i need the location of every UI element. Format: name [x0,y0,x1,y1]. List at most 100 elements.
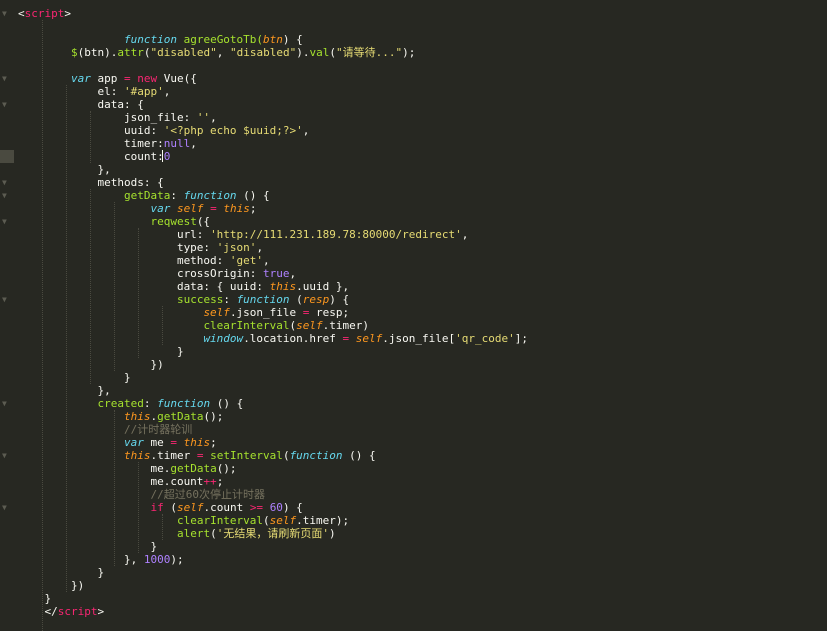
code-token: getData [170,462,217,475]
code-line[interactable]: el: '#app', [18,85,170,98]
code-line[interactable]: methods: { [18,176,163,189]
code-token: , [461,228,469,241]
code-line[interactable]: clearInterval(self.timer) [18,319,369,332]
code-token: btn [263,33,283,46]
code-token: //计时器轮训 [123,423,193,436]
code-token: >= [249,501,264,514]
indent-guide [162,306,163,345]
code-line[interactable]: } [18,592,51,605]
code-line[interactable]: type: 'json', [18,241,263,254]
code-token: script [57,605,98,618]
fold-arrow-icon[interactable]: ▼ [2,75,10,83]
code-line[interactable]: } [18,371,131,384]
code-token: json_file: [18,111,197,124]
code-line[interactable]: created: function () { [18,397,243,410]
code-token: this [123,410,151,423]
code-line[interactable]: clearInterval(self.timer); [18,514,349,527]
fold-arrow-icon[interactable]: ▼ [2,192,10,200]
code-line[interactable]: uuid: '<?php echo $uuid;?>', [18,124,309,137]
fold-arrow-icon[interactable]: ▼ [2,101,10,109]
code-line[interactable]: crossOrigin: true, [18,267,296,280]
code-token: me. [18,462,171,475]
code-token: , [210,111,217,124]
fold-arrow-icon[interactable]: ▼ [2,400,10,408]
code-line[interactable]: </script> [18,605,105,618]
fold-arrow-icon[interactable]: ▼ [2,452,10,460]
code-token: ++ [203,475,217,488]
code-line[interactable]: function agreeGotoTb(btn) { [18,33,303,46]
code-line[interactable]: var app = new Vue({ [18,72,197,85]
code-line[interactable]: me.count++; [18,475,223,488]
code-line[interactable]: }) [18,579,84,592]
code-line[interactable]: } [18,540,157,553]
code-line[interactable]: window.location.href = self.json_file['q… [18,332,528,345]
code-editor[interactable]: <script> function agreeGotoTb(btn) { $(b… [0,0,827,631]
code-line[interactable]: } [18,566,104,579]
code-line[interactable]: data: { uuid: this.uuid }, [18,280,349,293]
code-token: ( [329,46,336,59]
code-token: this [223,202,250,215]
fold-arrow-icon[interactable]: ▼ [2,296,10,304]
code-token: me [143,436,171,449]
code-line[interactable]: success: function (resp) { [18,293,349,306]
code-line[interactable]: var self = this; [18,202,256,215]
indent-guide [138,462,139,553]
code-line[interactable]: timer:null, [18,137,197,150]
code-line[interactable]: self.json_file = resp; [18,306,349,319]
code-line[interactable]: method: 'get', [18,254,270,267]
code-token: }) [18,579,85,592]
fold-gutter[interactable] [0,0,14,627]
code-line[interactable]: url: 'http://111.231.189.78:80000/redire… [18,228,468,241]
code-line[interactable]: data: { [18,98,144,111]
code-token: () { [210,397,244,410]
fold-arrow-icon[interactable]: ▼ [2,179,10,187]
fold-arrow-icon[interactable]: ▼ [2,10,10,18]
code-line[interactable]: json_file: '', [18,111,217,124]
code-token: data: { uuid: [18,280,270,293]
code-line[interactable]: //超过60次停止计时器 [18,488,265,501]
code-token: ); [170,553,184,566]
code-token: true [263,267,290,280]
fold-arrow-icon[interactable]: ▼ [2,504,10,512]
code-token: , [263,254,270,267]
code-line[interactable]: if (self.count >= 60) { [18,501,302,514]
code-token: window [203,332,244,345]
code-token: ; [210,436,217,449]
code-token: var [150,202,171,215]
code-token: alert [176,527,211,540]
code-line[interactable]: <script> [18,7,71,20]
code-line[interactable]: me.getData(); [18,462,236,475]
code-token: (btn). [77,46,118,59]
code-line[interactable]: //计时器轮训 [18,423,192,436]
code-token: "disabled" [229,46,297,59]
code-token: this [183,436,211,449]
code-line[interactable]: }, [18,384,110,397]
code-token: reqwest [150,215,197,228]
code-token: crossOrigin: [18,267,264,280]
code-token: ({ [196,215,211,228]
code-line[interactable]: this.getData(); [18,410,223,423]
code-token: resp; [309,306,350,319]
indent-guide [114,202,115,371]
code-line[interactable]: var me = this; [18,436,217,449]
code-line[interactable]: }, [18,163,110,176]
code-line[interactable]: $(btn).attr("disabled", "disabled").val(… [18,46,415,59]
code-line[interactable]: getData: function () { [18,189,270,202]
code-line[interactable]: this.timer = setInterval(function () { [18,449,376,462]
code-token: self [296,319,323,332]
indent-guide [42,20,43,631]
code-token: ( [263,514,270,527]
code-token: 'http://111.231.189.78:80000/redirect' [210,228,462,241]
code-token: () { [236,189,270,202]
code-token: function [123,33,177,46]
fold-arrow-icon[interactable]: ▼ [2,218,10,226]
code-token: data: { [18,98,144,111]
